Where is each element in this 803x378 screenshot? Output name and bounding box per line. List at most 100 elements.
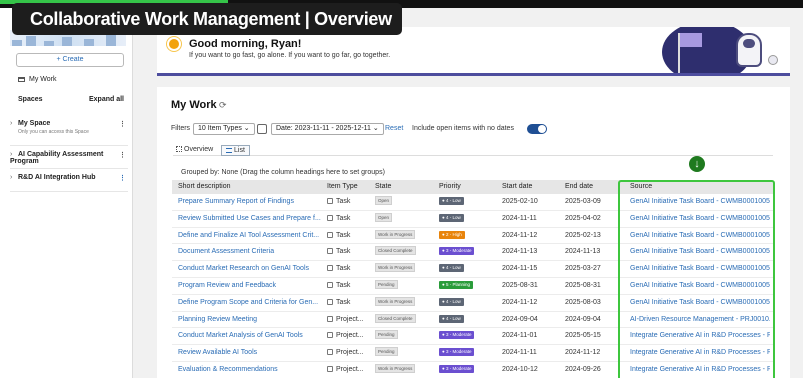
state-badge: Work in Progress <box>375 363 416 373</box>
create-button[interactable]: + Create <box>16 53 124 67</box>
priority-badge: ● 4 - Low <box>439 297 464 306</box>
row-end-date: 2025-03-09 <box>565 198 601 205</box>
row-description-link[interactable]: Conduct Market Research on GenAI Tools <box>178 261 324 277</box>
row-end-date: 2024-11-13 <box>565 248 601 256</box>
col-short-description[interactable]: Short description <box>178 180 231 194</box>
row-item-type: Task <box>327 261 369 277</box>
priority-badge: ● 4 - Low <box>439 213 464 222</box>
state-badge: Pending <box>375 347 398 357</box>
work-icon <box>18 77 25 82</box>
row-state: Pending <box>375 345 433 361</box>
col-item-type[interactable]: Item Type <box>327 180 358 194</box>
item-type-icon <box>327 265 333 272</box>
row-item-type: Task <box>327 278 369 294</box>
item-type-icon <box>327 315 333 322</box>
more-menu-icon[interactable]: ⋮ <box>119 174 126 182</box>
row-priority: ● 3 - Moderate <box>439 328 499 344</box>
state-badge: Open <box>375 196 393 205</box>
row-priority: ● 4 - Low <box>439 194 499 210</box>
item-type-icon <box>327 298 333 305</box>
priority-badge: ● 3 - Moderate <box>439 348 475 357</box>
more-menu-icon[interactable]: ⋮ <box>119 120 126 128</box>
row-start-date: 2024-11-12 <box>502 298 538 306</box>
row-start-date: 2024-11-15 <box>502 265 538 273</box>
state-badge: Pending <box>375 330 398 340</box>
scrollbar[interactable] <box>793 8 803 378</box>
row-start-date: 2025-08-31 <box>502 281 538 289</box>
row-start-date: 2024-09-04 <box>502 315 538 323</box>
priority-badge: ● 4 - Low <box>439 314 464 323</box>
row-state: Closed Complete <box>375 244 433 260</box>
item-type-icon <box>327 231 333 238</box>
priority-badge: ● 3 - Moderate <box>439 331 475 340</box>
page-title-overlay: Collaborative Work Management | Overview <box>12 3 402 35</box>
row-description-link[interactable]: Define Program Scope and Criteria for Ge… <box>178 295 324 311</box>
row-description-link[interactable]: Conduct Market Analysis of GenAI Tools <box>178 328 324 344</box>
row-end-date: 2025-02-13 <box>565 231 601 239</box>
col-priority[interactable]: Priority <box>439 180 461 194</box>
sidebar: + Create My Work Spaces Expand all › My Sp… <box>0 8 133 378</box>
row-state: Pending <box>375 328 433 344</box>
sidebar-item-my-work[interactable]: My Work <box>18 76 56 83</box>
row-state: Work in Progress <box>375 228 433 244</box>
row-end-date: 2025-04-02 <box>565 214 601 222</box>
filters-label: Filters <box>171 125 191 132</box>
view-tabs: Overview List <box>173 145 773 156</box>
calendar-icon[interactable] <box>257 124 267 134</box>
row-end-date: 2025-03-27 <box>565 265 601 273</box>
space-ai-capability[interactable]: › AI Capability Assessment Program ⋮ <box>10 151 128 165</box>
expand-all-link[interactable]: Expand all <box>89 96 124 103</box>
row-description-link[interactable]: Review Available AI Tools <box>178 345 324 361</box>
row-description-link[interactable]: Document Assessment Criteria <box>178 244 324 260</box>
priority-badge: ● 4 - Low <box>439 197 464 205</box>
row-end-date: 2025-05-15 <box>565 332 601 340</box>
row-description-link[interactable]: Prepare Summary Report of Findings <box>178 194 324 210</box>
sun-icon <box>169 39 179 49</box>
space-rd-ai-hub[interactable]: › R&D AI Integration Hub ⋮ <box>10 174 128 182</box>
include-open-label: Include open items with no dates <box>412 125 514 132</box>
row-state: Closed Complete <box>375 312 433 328</box>
col-start-date[interactable]: Start date <box>502 180 532 194</box>
row-start-date: 2024-10-12 <box>502 365 538 373</box>
more-menu-icon[interactable]: ⋮ <box>119 151 126 159</box>
row-description-link[interactable]: Review Submitted Use Cases and Prepare f… <box>178 211 324 227</box>
col-end-date[interactable]: End date <box>565 180 593 194</box>
col-state[interactable]: State <box>375 180 391 194</box>
row-state: Work in Progress <box>375 362 433 378</box>
divider <box>10 191 128 192</box>
tab-overview[interactable]: Overview <box>176 145 213 156</box>
row-description-link[interactable]: Planning Review Meeting <box>178 312 324 328</box>
row-priority: ● 2 - High <box>439 228 499 244</box>
item-type-icon <box>327 248 333 255</box>
row-description-link[interactable]: Program Review and Feedback <box>178 278 324 294</box>
priority-badge: ● 3 - Moderate <box>439 364 475 373</box>
reset-link[interactable]: Reset <box>385 123 403 135</box>
row-start-date: 2024-11-11 <box>502 349 537 357</box>
row-priority: ● 4 - Low <box>439 295 499 311</box>
row-description-link[interactable]: Evaluation & Recommendations <box>178 362 324 378</box>
state-badge: Closed Complete <box>375 313 416 323</box>
tab-list[interactable]: List <box>221 145 250 156</box>
chevron-right-icon: › <box>10 120 13 127</box>
row-start-date: 2024-11-01 <box>502 332 538 340</box>
row-priority: ● 3 - Moderate <box>439 362 499 378</box>
space-my-space[interactable]: › My Space ⋮ Only you can access this Space <box>10 120 128 135</box>
refresh-icon[interactable]: ⟳ <box>219 100 227 111</box>
include-open-toggle[interactable] <box>527 124 547 134</box>
row-state: Open <box>375 194 433 210</box>
astronaut-illustration <box>640 27 790 73</box>
row-start-date: 2024-11-11 <box>502 214 537 222</box>
grid-icon <box>176 146 182 152</box>
item-type-icon <box>327 332 333 339</box>
item-types-select[interactable]: 10 Item Types ⌄ <box>193 123 255 135</box>
row-description-link[interactable]: Define and Finalize AI Tool Assessment C… <box>178 228 324 244</box>
row-state: Pending <box>375 278 433 294</box>
row-start-date: 2024-11-12 <box>502 231 538 239</box>
chevron-right-icon: › <box>10 174 13 181</box>
priority-badge: ● 2 - High <box>439 230 465 239</box>
row-priority: ● 4 - Low <box>439 261 499 277</box>
row-item-type: Project... <box>327 312 369 328</box>
list-icon <box>226 148 232 153</box>
date-range-select[interactable]: Date: 2023-11-11 - 2025-12-11 ⌄ <box>271 123 384 135</box>
state-badge: Open <box>375 212 393 222</box>
